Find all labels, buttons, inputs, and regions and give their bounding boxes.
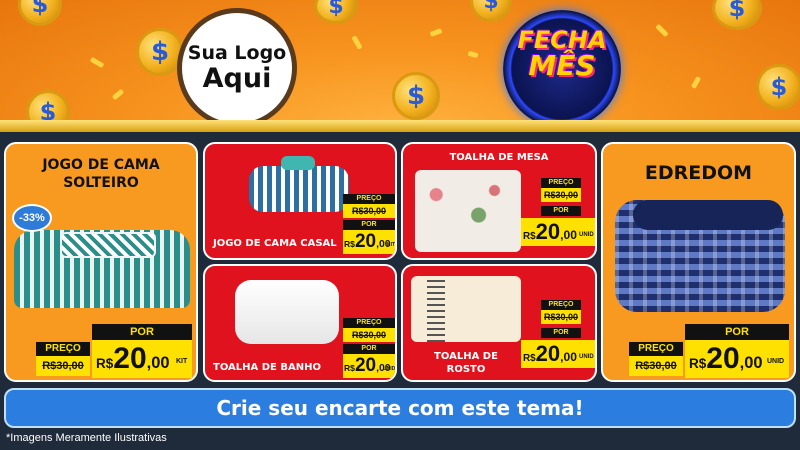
product-title-line-1: TOALHA DE xyxy=(434,351,498,362)
bedding-image xyxy=(249,166,349,212)
pillow-image xyxy=(60,232,156,258)
por-label: POR xyxy=(343,220,395,230)
new-price: R$20,00 KIT xyxy=(92,340,192,378)
preco-label: PREÇO xyxy=(343,318,395,328)
gold-divider xyxy=(0,120,800,132)
price-currency: R$ xyxy=(523,353,536,364)
new-price: R$20,00 UNID xyxy=(685,340,789,378)
cta-banner[interactable]: Crie seu encarte com este tema! xyxy=(4,388,796,428)
price-cents: ,00 xyxy=(739,354,763,372)
price-unit: UNID xyxy=(767,358,785,365)
price-cents: ,00 xyxy=(560,350,577,364)
price-currency: R$ xyxy=(689,356,707,371)
logo-placeholder: Sua Logo Aqui xyxy=(177,8,297,128)
dollar-coin-icon: $ xyxy=(756,64,800,110)
dollar-coin-icon: $ xyxy=(392,72,440,120)
por-label: POR xyxy=(685,324,789,340)
price-tag: PREÇO R$30,00 POR R$20,00 KIT xyxy=(341,194,395,256)
confetti-icon xyxy=(351,35,363,50)
confetti-icon xyxy=(690,76,702,89)
price-integer: 20 xyxy=(535,341,561,366)
price-integer: 20 xyxy=(535,219,561,244)
price-tag: POR PREÇO R$30,00 R$20,00 UNID xyxy=(629,324,793,380)
bath-towel-image xyxy=(235,280,339,344)
por-label: POR xyxy=(92,324,192,340)
price-unit: KIT xyxy=(176,358,188,365)
dollar-coin-icon: $ xyxy=(314,0,358,24)
dollar-coin-icon: $ xyxy=(470,0,512,22)
price-currency: R$ xyxy=(523,231,536,242)
tablecloth-image xyxy=(415,170,521,252)
seal-line-2: MÊS xyxy=(528,49,596,82)
price-integer: 20 xyxy=(706,342,740,375)
price-unit: KIT xyxy=(387,242,396,248)
price-integer: 20 xyxy=(113,342,147,375)
confetti-icon xyxy=(429,28,443,37)
price-currency: R$ xyxy=(344,239,355,249)
product-title: EDREDOM xyxy=(644,162,753,184)
price-unit: UNID xyxy=(579,232,594,238)
new-price: R$20,00 UNID xyxy=(343,354,395,378)
product-card-toalha-banho[interactable]: TOALHA DE BANHO PREÇO R$30,00 POR R$20,0… xyxy=(203,264,397,382)
new-price: R$20,00 UNID xyxy=(521,340,595,368)
product-title: TOALHA DE MESA xyxy=(449,152,549,163)
confetti-icon xyxy=(111,88,125,101)
preco-label: PREÇO xyxy=(343,194,395,204)
new-price: R$20,00 UNID xyxy=(521,218,595,246)
pillow-image xyxy=(281,156,315,170)
dollar-coin-icon: $ xyxy=(18,0,62,26)
disclaimer-text: *Imagens Meramente Ilustrativas xyxy=(6,432,167,444)
old-price: R$30,00 xyxy=(36,356,90,376)
fecha-mes-seal: FECHA MÊS xyxy=(503,10,621,128)
price-tag: PREÇO R$30,00 POR R$20,00 UNID xyxy=(521,300,595,378)
por-label: POR xyxy=(541,328,581,338)
product-title: JOGO DE CAMA CASAL xyxy=(213,238,337,249)
confetti-icon xyxy=(655,23,669,38)
price-unit: UNID xyxy=(579,354,594,360)
product-title-line-1: JOGO DE CAMA xyxy=(42,157,160,173)
product-title-line-2: SOLTEIRO xyxy=(63,175,139,191)
product-title-line-2: ROSTO xyxy=(446,364,486,375)
preco-label: PREÇO xyxy=(541,178,581,188)
price-cents: ,00 xyxy=(560,228,577,242)
product-title: TOALHA DE BANHO xyxy=(213,362,321,373)
old-price: R$30,00 xyxy=(541,188,581,202)
logo-line-2: Aqui xyxy=(202,62,272,94)
product-card-cama-solteiro[interactable]: JOGO DE CAMA SOLTEIRO POR PREÇO R$30,00 … xyxy=(4,142,198,382)
price-currency: R$ xyxy=(344,363,355,373)
old-price: R$30,00 xyxy=(343,328,395,342)
price-integer: 20 xyxy=(354,231,377,252)
dollar-coin-icon: $ xyxy=(712,0,762,30)
por-label: POR xyxy=(343,344,395,354)
confetti-icon xyxy=(467,50,479,59)
product-card-cama-casal[interactable]: JOGO DE CAMA CASAL PREÇO R$30,00 POR R$2… xyxy=(203,142,397,260)
price-unit: UNID xyxy=(383,366,396,372)
preco-label: PREÇO xyxy=(541,300,581,310)
preco-label: PREÇO xyxy=(629,342,683,356)
discount-badge: -33% xyxy=(12,204,52,232)
price-currency: R$ xyxy=(96,356,114,371)
new-price: R$20,00 KIT xyxy=(343,230,395,254)
old-price: R$30,00 xyxy=(629,356,683,376)
price-tag: POR PREÇO R$30,00 R$20,00 KIT xyxy=(36,324,196,380)
price-tag: PREÇO R$30,00 POR R$20,00 UNID xyxy=(341,318,395,380)
header-banner: $ $ $ $ $ $ $ $ Sua Logo Aqui FECHA MÊS xyxy=(0,0,800,132)
product-card-toalha-mesa[interactable]: TOALHA DE MESA PREÇO R$30,00 POR R$20,00… xyxy=(401,142,597,260)
price-cents: ,00 xyxy=(146,354,170,372)
towel-stripe xyxy=(427,276,445,342)
por-label: POR xyxy=(541,206,581,216)
product-card-edredom[interactable]: EDREDOM POR PREÇO R$30,00 R$20,00 UNID xyxy=(601,142,796,382)
preco-label: PREÇO xyxy=(36,342,90,356)
product-card-toalha-rosto[interactable]: TOALHA DE ROSTO PREÇO R$30,00 POR R$20,0… xyxy=(401,264,597,382)
confetti-icon xyxy=(89,56,105,69)
comforter-top-image xyxy=(633,200,783,230)
price-integer: 20 xyxy=(354,355,377,376)
old-price: R$30,00 xyxy=(541,310,581,324)
price-tag: PREÇO R$30,00 POR R$20,00 UNID xyxy=(521,178,595,256)
old-price: R$30,00 xyxy=(343,204,395,218)
logo-line-1: Sua Logo xyxy=(187,41,287,64)
